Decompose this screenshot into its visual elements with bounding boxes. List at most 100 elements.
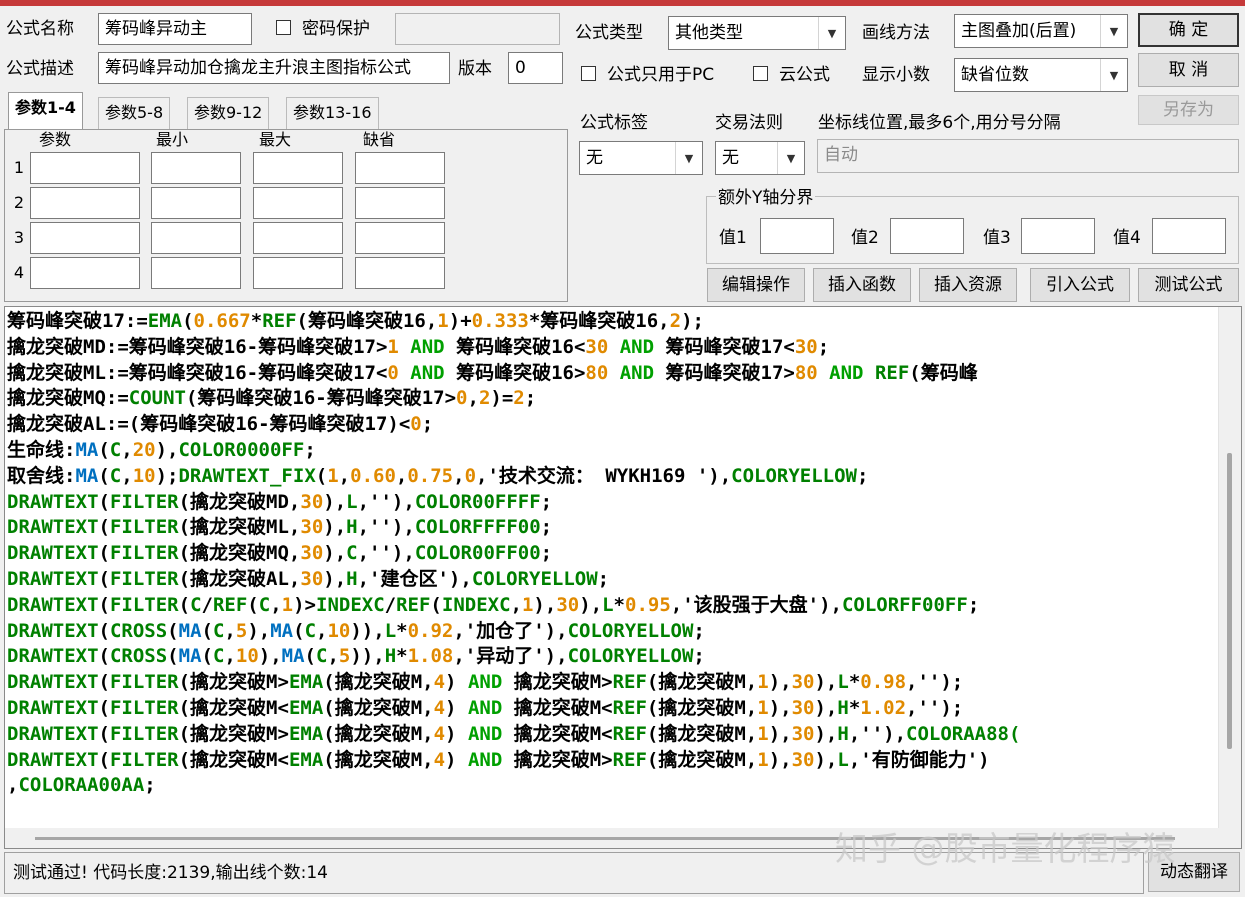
code-token: 擒龙突破M> (502, 748, 613, 771)
tab-params-5-8[interactable]: 参数5-8 (98, 97, 171, 129)
formula-name-field[interactable]: 筹码峰异动主 (98, 13, 252, 45)
param-default-cell[interactable] (355, 257, 445, 289)
code-line[interactable]: DRAWTEXT(FILTER(擒龙突破M<EMA(擒龙突破M,4) AND 擒… (7, 696, 1020, 722)
insert-resource-button[interactable]: 插入资源 (919, 268, 1017, 302)
cancel-button[interactable]: 取 消 (1138, 53, 1239, 87)
code-line[interactable]: 擒龙突破AL:=(筹码峰突破16-筹码峰突破17)<0; (7, 412, 1020, 438)
vertical-scrollbar[interactable] (1218, 307, 1241, 848)
param-min-cell[interactable] (151, 222, 241, 254)
coord-line-field[interactable]: 自动 (817, 139, 1239, 173)
code-line[interactable]: DRAWTEXT(FILTER(擒龙突破AL,30),H,'建仓区'),COLO… (7, 567, 1020, 593)
param-max-cell[interactable] (253, 222, 343, 254)
version-field[interactable]: 0 (508, 52, 563, 84)
code-token: ; (857, 464, 869, 487)
trade-rule-select[interactable]: 无 ▼ (715, 141, 805, 175)
edit-ops-button[interactable]: 编辑操作 (707, 268, 805, 302)
code-line[interactable]: 筹码峰突破17:=EMA(0.667*REF(筹码峰突破16,1)+0.333*… (7, 309, 1020, 335)
tab-params-9-12[interactable]: 参数9-12 (187, 97, 270, 129)
param-min-cell[interactable] (151, 187, 241, 219)
code-token: 10 (235, 645, 259, 668)
y-value-1-field[interactable] (760, 218, 834, 254)
code-line[interactable]: 擒龙突破MD:=筹码峰突破16-筹码峰突破17>1 AND 筹码峰突破16<30… (7, 335, 1020, 361)
insert-function-button[interactable]: 插入函数 (813, 268, 911, 302)
code-line[interactable]: 擒龙突破MQ:=COUNT(筹码峰突破16-筹码峰突破17>0,2)=2; (7, 386, 1020, 412)
param-default-cell[interactable] (355, 152, 445, 184)
param-name-cell[interactable] (30, 187, 140, 219)
code-line[interactable]: DRAWTEXT(CROSS(MA(C,10),MA(C,5)),H*1.08,… (7, 644, 1020, 670)
test-formula-button[interactable]: 测试公式 (1138, 268, 1239, 302)
code-token: DRAWTEXT (7, 593, 99, 616)
code-line[interactable]: DRAWTEXT(FILTER(擒龙突破M<EMA(擒龙突破M,4) AND 擒… (7, 748, 1020, 774)
code-token: EMA (147, 310, 183, 332)
code-line[interactable]: DRAWTEXT(FILTER(C/REF(C,1)>INDEXC/REF(IN… (7, 593, 1020, 619)
code-token: 2 (478, 387, 491, 410)
chevron-down-icon[interactable]: ▼ (1100, 15, 1127, 47)
scroll-thumb[interactable] (1227, 453, 1232, 749)
param-name-cell[interactable] (30, 222, 140, 254)
param-name-cell[interactable] (30, 257, 140, 289)
code-line[interactable]: DRAWTEXT(CROSS(MA(C,5),MA(C,10)),L*0.92,… (7, 619, 1020, 645)
code-token: ), (768, 722, 792, 745)
y-value-2-field[interactable] (890, 218, 964, 254)
param-default-cell[interactable] (355, 187, 445, 219)
code-token: 取舍线: (7, 464, 76, 487)
password-checkbox[interactable] (276, 20, 291, 35)
y-value-2-label: 值2 (851, 228, 879, 248)
code-token: 筹码峰突破17:= (7, 310, 148, 332)
code-token: (擒龙突破MQ, (178, 542, 301, 565)
code-line[interactable]: 擒龙突破ML:=筹码峰突破16-筹码峰突破17<0 AND 筹码峰突破16>80… (7, 361, 1020, 387)
code-token: DRAWTEXT (7, 542, 99, 565)
code-text[interactable]: 筹码峰突破17:=EMA(0.667*REF(筹码峰突破16,1)+0.333*… (7, 309, 1020, 799)
save-as-button[interactable]: 另存为 (1138, 95, 1239, 125)
param-max-cell[interactable] (253, 257, 343, 289)
code-token: ) (445, 696, 468, 719)
password-field[interactable] (395, 13, 560, 45)
code-token: REF (612, 696, 647, 719)
code-line[interactable]: 取舍线:MA(C,10);DRAWTEXT_FIX(1,0.60,0.75,0,… (7, 464, 1020, 490)
code-token: 30 (791, 748, 815, 771)
code-line[interactable]: DRAWTEXT(FILTER(擒龙突破ML,30),H,''),COLORFF… (7, 515, 1020, 541)
formula-tag-select[interactable]: 无 ▼ (579, 141, 703, 175)
code-line[interactable]: DRAWTEXT(FILTER(擒龙突破M>EMA(擒龙突破M,4) AND 擒… (7, 670, 1020, 696)
code-line[interactable]: DRAWTEXT(FILTER(擒龙突破MQ,30),C,''),COLOR00… (7, 541, 1020, 567)
code-token: H (837, 696, 849, 719)
chevron-down-icon[interactable]: ▼ (675, 142, 702, 174)
param-min-cell[interactable] (151, 257, 241, 289)
param-min-cell[interactable] (151, 152, 241, 184)
chevron-down-icon[interactable]: ▼ (818, 17, 845, 49)
decimals-select[interactable]: 缺省位数 ▼ (954, 58, 1128, 92)
chevron-down-icon[interactable]: ▼ (1100, 59, 1127, 91)
tab-params-13-16[interactable]: 参数13-16 (286, 97, 379, 129)
code-line[interactable]: 生命线:MA(C,20),COLOR0000FF; (7, 438, 1020, 464)
code-token: ,''); (906, 671, 964, 694)
cloud-checkbox[interactable] (753, 66, 768, 81)
code-token: , (395, 464, 408, 487)
ok-button[interactable]: 确 定 (1138, 13, 1239, 47)
formula-type-select[interactable]: 其他类型 ▼ (668, 16, 846, 50)
y-value-3-field[interactable] (1021, 218, 1095, 254)
code-token: MA (281, 645, 305, 668)
code-line[interactable]: ,COLORAA00AA; (7, 773, 1020, 799)
y-value-4-field[interactable] (1152, 218, 1226, 254)
formula-desc-field[interactable]: 筹码峰异动加仓擒龙主升浪主图指标公式 (98, 52, 450, 84)
code-token: ( (98, 696, 110, 719)
code-token: 10 (132, 464, 156, 487)
code-token: 4 (433, 722, 446, 745)
code-token: ); (681, 310, 704, 332)
tab-params-1-4[interactable]: 参数1-4 (8, 92, 83, 130)
code-editor[interactable]: 筹码峰突破17:=EMA(0.667*REF(筹码峰突破16,1)+0.333*… (4, 306, 1242, 849)
pc-only-checkbox[interactable] (581, 66, 596, 81)
code-line[interactable]: DRAWTEXT(FILTER(擒龙突破MD,30),L,''),COLOR00… (7, 490, 1020, 516)
code-token: ), (533, 593, 557, 616)
import-formula-button[interactable]: 引入公式 (1030, 268, 1130, 302)
chevron-down-icon[interactable]: ▼ (777, 142, 804, 174)
code-token: ; (421, 413, 434, 436)
code-token: ) (445, 722, 468, 745)
code-token: 筹码峰突破16> (444, 361, 586, 384)
code-line[interactable]: DRAWTEXT(FILTER(擒龙突破M>EMA(擒龙突破M,4) AND 擒… (7, 722, 1020, 748)
param-default-cell[interactable] (355, 222, 445, 254)
param-max-cell[interactable] (253, 152, 343, 184)
draw-method-select[interactable]: 主图叠加(后置) ▼ (954, 14, 1128, 48)
param-max-cell[interactable] (253, 187, 343, 219)
param-name-cell[interactable] (30, 152, 140, 184)
